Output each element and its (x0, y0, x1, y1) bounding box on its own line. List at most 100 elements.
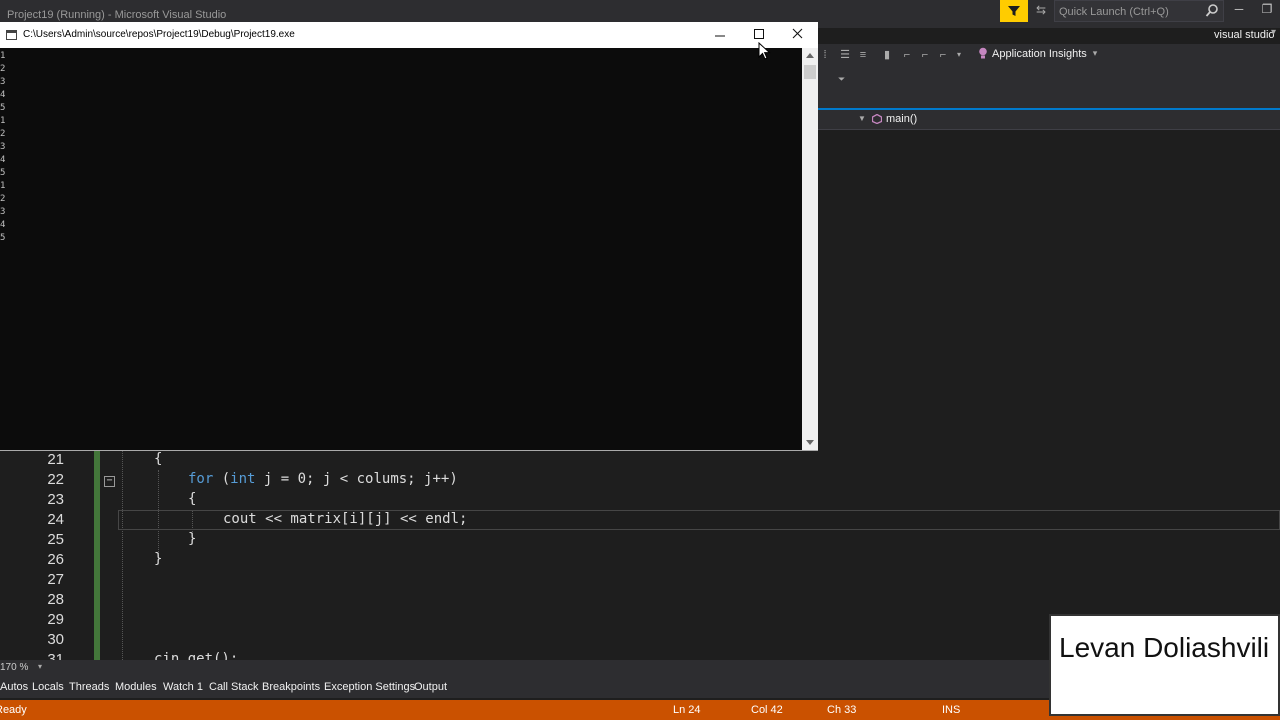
line-number: 26 (47, 551, 64, 568)
status-column: Col 42 (751, 704, 783, 716)
tab-breakpoints[interactable]: Breakpoints (262, 681, 320, 693)
scroll-down-icon[interactable] (802, 434, 818, 450)
outdent-icon[interactable]: ≡ (856, 48, 870, 62)
member-label: main() (886, 113, 918, 125)
minimize-button[interactable]: ─ (1228, 2, 1250, 20)
quick-launch[interactable] (1054, 0, 1224, 22)
lightbulb-icon (979, 47, 987, 59)
code-line: 24 cout << matrix[i][j] << endl; (0, 510, 1280, 530)
line-number: 23 (47, 491, 64, 508)
zoom-level[interactable]: 170 % (0, 662, 28, 673)
keyword: int (230, 471, 256, 487)
author-name-card: Levan Doliashvili (1049, 614, 1280, 716)
output-line: 4 (0, 155, 6, 165)
chevron-down-icon[interactable]: ▾ (38, 662, 42, 671)
console-window[interactable]: C:\Users\Admin\source\repos\Project19\De… (0, 22, 818, 451)
bookmark-icon[interactable]: ▮ (880, 48, 894, 62)
output-line: 5 (0, 233, 6, 243)
chevron-down-icon[interactable]: ⏷ (838, 74, 845, 85)
code-text: cout << matrix[i][j] << endl; (223, 511, 468, 527)
keyword: for (188, 471, 214, 487)
tab-threads[interactable]: Threads (69, 681, 109, 693)
tab-locals[interactable]: Locals (32, 681, 64, 693)
clear-bookmark-icon[interactable]: ⌐ (936, 48, 950, 62)
line-number: 28 (47, 591, 64, 608)
scroll-up-icon[interactable] (802, 48, 818, 64)
line-number: 21 (47, 451, 64, 468)
output-line: 2 (0, 64, 6, 74)
output-line: 4 (0, 90, 6, 100)
mouse-cursor-icon (758, 42, 771, 60)
code-text: for (int j = 0; j < colums; j++) (188, 471, 458, 487)
tab-call-stack[interactable]: Call Stack (209, 681, 259, 693)
window-title: Project19 (Running) - Microsoft Visual S… (7, 9, 227, 21)
line-number: 25 (47, 531, 64, 548)
tab-autos[interactable]: Autos (0, 681, 28, 693)
output-line: 1 (0, 116, 6, 126)
status-state: Ready (0, 704, 27, 716)
indent-icon[interactable]: ☰ (838, 48, 852, 62)
method-icon (872, 114, 882, 124)
code-line: 21 { (0, 450, 1280, 470)
restore-button[interactable]: ❐ (1256, 2, 1278, 20)
scroll-thumb[interactable] (804, 65, 816, 79)
output-line: 5 (0, 168, 6, 178)
output-line: 3 (0, 77, 6, 87)
output-line: 3 (0, 142, 6, 152)
account-name[interactable]: visual studio (1214, 29, 1275, 41)
close-icon[interactable] (780, 25, 816, 45)
chevron-down-icon[interactable]: ▼ (858, 114, 866, 123)
output-line: 1 (0, 51, 6, 61)
output-line: 3 (0, 207, 6, 217)
output-line: 5 (0, 103, 6, 113)
minimize-icon[interactable] (702, 25, 738, 45)
code-line: 28 (0, 590, 1280, 610)
code-line: 23 { (0, 490, 1280, 510)
prev-bookmark-icon[interactable]: ⌐ (900, 48, 914, 62)
line-number: 29 (47, 611, 64, 628)
tab-output[interactable]: Output (414, 681, 447, 693)
code-line: 22 for (int j = 0; j < colums; j++) (0, 470, 1280, 490)
quick-launch-input[interactable] (1059, 4, 1199, 20)
code-text: { (188, 491, 197, 507)
application-insights-button[interactable]: Application Insights ▾ (978, 47, 1097, 60)
tab-watch-1[interactable]: Watch 1 (163, 681, 203, 693)
member-dropdown[interactable]: main() (872, 113, 917, 125)
vs-toolbar: ⁞ ☰ ≡ ▮ ⌐ ⌐ ⌐ ▾ Application Insights ▾ (818, 44, 1280, 66)
align-icon[interactable]: ⁞ (818, 48, 832, 62)
line-number: 24 (47, 511, 64, 528)
line-number: 30 (47, 631, 64, 648)
author-name: Levan Doliashvili (1059, 632, 1270, 663)
line-number: 22 (47, 471, 64, 488)
console-path: C:\Users\Admin\source\repos\Project19\De… (23, 29, 295, 40)
code-line: 26 } (0, 550, 1280, 570)
application-insights-label: Application Insights (992, 47, 1087, 60)
code-text: { (154, 451, 163, 467)
code-fragment: ( (213, 471, 231, 487)
line-number: 27 (47, 571, 64, 588)
code-text: } (188, 531, 197, 547)
output-line: 2 (0, 129, 6, 139)
output-line: 4 (0, 220, 6, 230)
console-scrollbar[interactable] (802, 48, 818, 450)
line-number: 31 (47, 651, 64, 660)
share-icon[interactable]: ⇆ (1032, 3, 1050, 19)
navigation-bar: ▼ main() (818, 110, 1280, 130)
tab-exception-settings[interactable]: Exception Settings (324, 681, 415, 693)
console-output: 1 2 3 4 5 1 2 3 4 5 1 2 3 4 5 (0, 48, 802, 450)
chevron-down-icon[interactable]: ▾ (952, 48, 966, 62)
feedback-button[interactable] (1000, 0, 1028, 22)
code-text: cin.get(); (154, 651, 239, 660)
console-title-bar[interactable]: C:\Users\Admin\source\repos\Project19\De… (0, 22, 818, 48)
chevron-down-icon[interactable]: ▾ (1271, 27, 1276, 38)
filter-icon (1008, 6, 1020, 16)
code-fragment: j = 0; j < colums; j++) (255, 471, 458, 487)
chevron-down-icon: ▾ (1092, 48, 1098, 58)
tab-modules[interactable]: Modules (115, 681, 157, 693)
status-char: Ch 33 (827, 704, 857, 716)
code-text: } (154, 551, 163, 567)
search-icon[interactable] (1205, 3, 1219, 19)
vs-toolbar-row: ⏷ (818, 66, 1280, 108)
code-line: 27 (0, 570, 1280, 590)
next-bookmark-icon[interactable]: ⌐ (918, 48, 932, 62)
